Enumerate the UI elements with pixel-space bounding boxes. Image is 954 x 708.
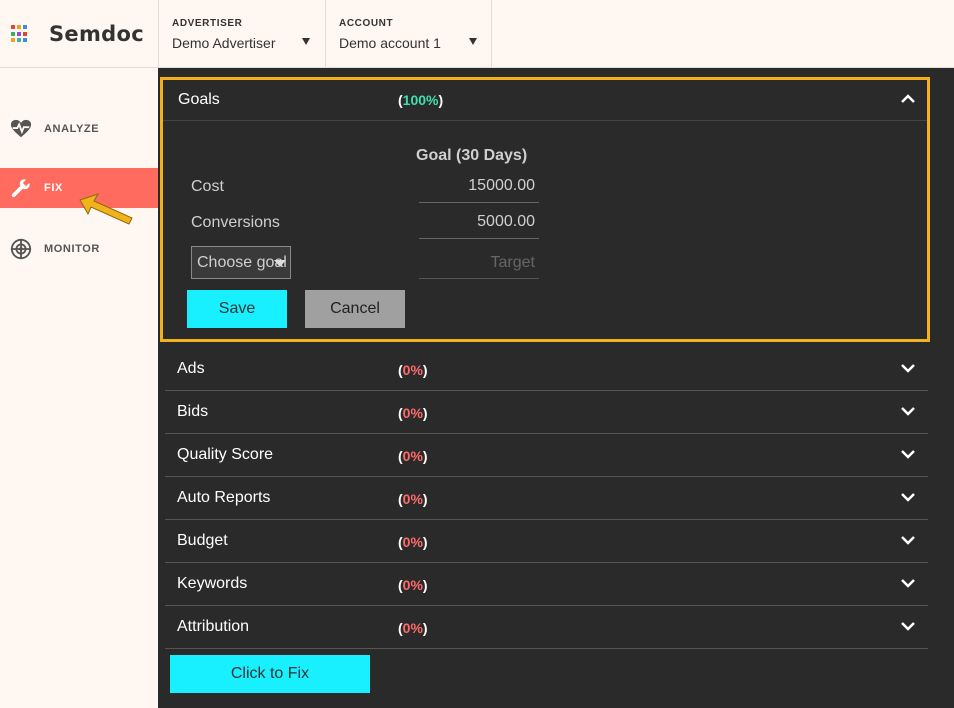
chevron-down-icon[interactable] — [901, 406, 915, 416]
section-title: Auto Reports — [177, 489, 271, 506]
chevron-down-icon[interactable] — [901, 449, 915, 459]
pointer-arrow-icon — [79, 193, 133, 225]
section-progress: (100%) — [398, 92, 444, 108]
chevron-down-icon[interactable] — [901, 621, 915, 631]
wrench-icon — [11, 179, 30, 198]
section-progress: (0%) — [398, 534, 428, 550]
chevron-up-icon[interactable] — [901, 94, 915, 104]
section-title: Attribution — [177, 618, 250, 635]
goal-input-conversions[interactable]: 5000.00 — [419, 207, 539, 239]
app-name: Semdoc — [49, 22, 144, 46]
section-progress: (0%) — [398, 491, 428, 507]
goals-header[interactable]: Goals (100%) — [163, 80, 927, 121]
section-progress: (0%) — [398, 620, 428, 636]
main-panel: Goals (100%) Goal (30 Days) Cost 15000.0… — [158, 68, 954, 708]
cancel-button[interactable]: Cancel — [305, 290, 405, 328]
section-row-attribution[interactable]: Attribution (0%) — [165, 606, 928, 649]
radar-icon — [10, 238, 32, 260]
goal-input-cost[interactable]: 15000.00 — [419, 171, 539, 203]
top-header: Semdoc ADVERTISER Demo Advertiser ACCOUN… — [0, 0, 954, 68]
section-progress: (0%) — [398, 362, 428, 378]
section-row-keywords[interactable]: Keywords (0%) — [165, 563, 928, 606]
advertiser-value: Demo Advertiser — [172, 35, 276, 51]
sidebar-item-label: ANALYZE — [44, 123, 100, 135]
save-button[interactable]: Save — [187, 290, 287, 328]
chevron-down-icon[interactable] — [901, 578, 915, 588]
account-value: Demo account 1 — [339, 35, 441, 51]
sidebar-item-label: MONITOR — [44, 243, 100, 255]
sidebar-item-analyze[interactable]: ANALYZE — [0, 109, 158, 149]
goal-column-title: Goal (30 Days) — [416, 147, 528, 164]
account-caption: ACCOUNT — [339, 18, 394, 29]
chevron-down-icon[interactable] — [901, 492, 915, 502]
apps-grid-icon[interactable] — [11, 25, 29, 43]
chevron-down-icon[interactable] — [901, 363, 915, 373]
target-input[interactable]: Target — [419, 247, 539, 279]
goals-panel: Goals (100%) Goal (30 Days) Cost 15000.0… — [160, 77, 930, 342]
sidebar-item-monitor[interactable]: MONITOR — [0, 229, 158, 269]
section-title: Budget — [177, 532, 228, 549]
section-row-quality-score[interactable]: Quality Score (0%) — [165, 434, 928, 477]
account-selector[interactable]: ACCOUNT Demo account 1 — [325, 0, 492, 68]
choose-goal-select[interactable]: Choose goal — [191, 246, 291, 279]
section-row-ads[interactable]: Ads (0%) — [165, 348, 928, 391]
section-row-bids[interactable]: Bids (0%) — [165, 391, 928, 434]
caret-down-icon — [274, 260, 286, 267]
advertiser-selector[interactable]: ADVERTISER Demo Advertiser — [158, 0, 325, 68]
caret-down-icon — [302, 38, 310, 45]
section-progress: (0%) — [398, 448, 428, 464]
sidebar-item-label: FIX — [44, 182, 63, 194]
section-title: Keywords — [177, 575, 248, 592]
section-row-auto-reports[interactable]: Auto Reports (0%) — [165, 477, 928, 520]
section-title: Quality Score — [177, 446, 274, 463]
sidebar: ANALYZE FIX MONITOR — [0, 68, 158, 708]
section-row-budget[interactable]: Budget (0%) — [165, 520, 928, 563]
section-progress: (0%) — [398, 405, 428, 421]
advertiser-caption: ADVERTISER — [172, 18, 243, 29]
goal-label-cost: Cost — [191, 178, 224, 195]
section-title: Bids — [177, 403, 209, 420]
heart-pulse-icon — [10, 119, 32, 138]
goal-label-conversions: Conversions — [191, 214, 280, 231]
caret-down-icon — [469, 38, 477, 45]
section-title: Ads — [177, 360, 205, 377]
logo[interactable]: Semdoc — [0, 0, 158, 68]
click-to-fix-button[interactable]: Click to Fix — [170, 655, 370, 693]
chevron-down-icon[interactable] — [901, 535, 915, 545]
section-progress: (0%) — [398, 577, 428, 593]
section-title: Goals — [178, 91, 220, 108]
